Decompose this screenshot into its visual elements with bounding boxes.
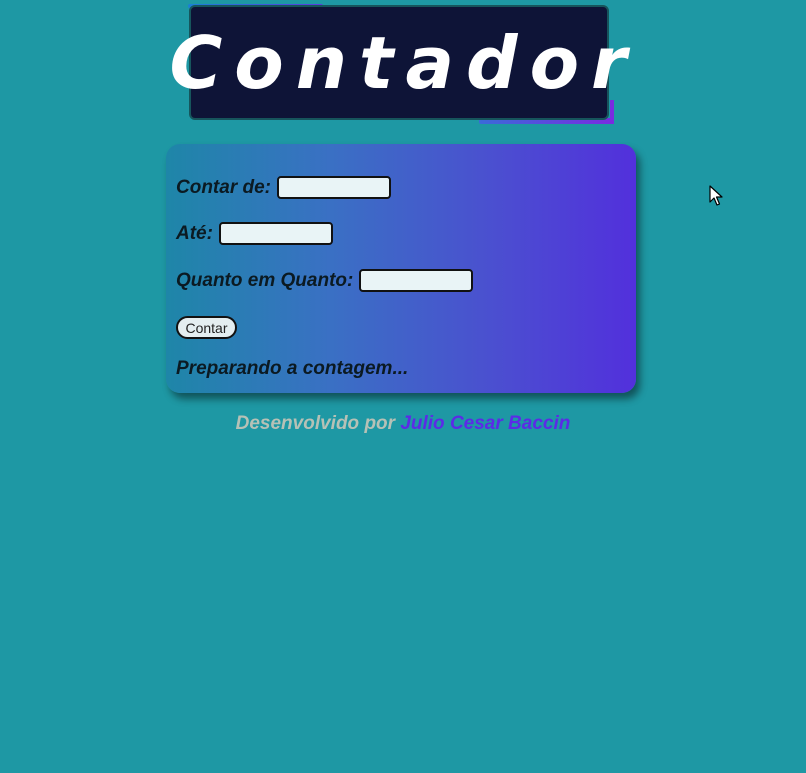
mouse-pointer-icon — [709, 185, 723, 206]
from-label: Contar de: — [176, 176, 271, 198]
from-row: Contar de: — [176, 176, 391, 199]
status-text: Preparando a contagem... — [176, 358, 409, 379]
counter-form-card: Contar de: Até: Quanto em Quanto: Contar… — [166, 144, 636, 393]
to-label: Até: — [176, 222, 213, 244]
author-link[interactable]: Julio Cesar Baccin — [400, 413, 570, 434]
to-input[interactable] — [218, 222, 333, 245]
footer: Desenvolvido por Julio Cesar Baccin — [0, 413, 806, 435]
header-banner: Contador — [169, 4, 627, 124]
page: Contador Contar de: Até: Quanto em Quant… — [0, 0, 806, 773]
footer-prefix: Desenvolvido por — [235, 413, 396, 434]
step-input[interactable] — [359, 269, 474, 292]
to-row: Até: — [176, 222, 333, 245]
step-row: Quanto em Quanto: — [176, 269, 474, 292]
header-box: Contador — [169, 5, 627, 120]
step-label: Quanto em Quanto: — [176, 269, 354, 291]
count-button[interactable]: Contar — [176, 316, 237, 339]
page-title: Contador — [169, 20, 639, 105]
from-input[interactable] — [277, 176, 391, 199]
